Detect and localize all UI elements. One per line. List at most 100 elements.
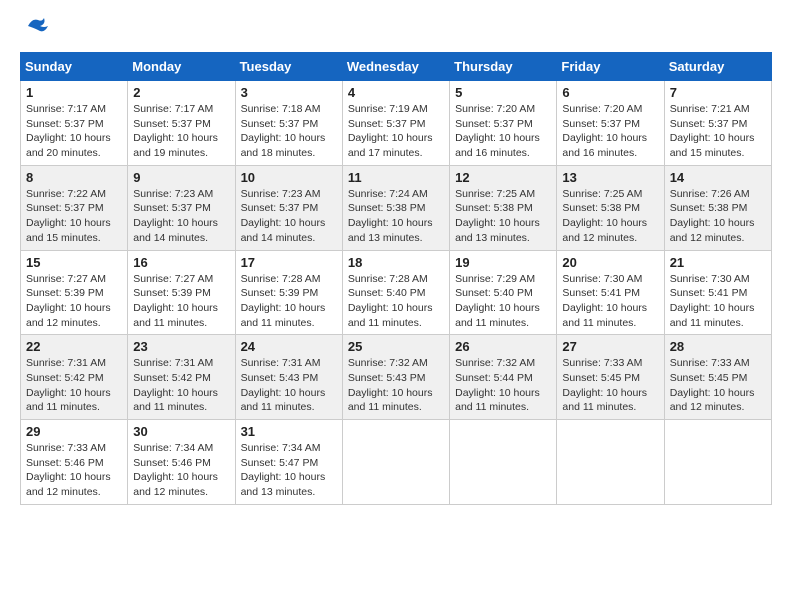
day-info: Sunrise: 7:17 AMSunset: 5:37 PMDaylight:… <box>133 102 229 161</box>
day-info: Sunrise: 7:22 AMSunset: 5:37 PMDaylight:… <box>26 187 122 246</box>
day-info: Sunrise: 7:18 AMSunset: 5:37 PMDaylight:… <box>241 102 337 161</box>
calendar-cell: 5 Sunrise: 7:20 AMSunset: 5:37 PMDayligh… <box>450 81 557 166</box>
day-of-week-header: Thursday <box>450 53 557 81</box>
day-number: 13 <box>562 170 658 185</box>
day-info: Sunrise: 7:31 AMSunset: 5:43 PMDaylight:… <box>241 356 337 415</box>
calendar-cell: 20 Sunrise: 7:30 AMSunset: 5:41 PMDaylig… <box>557 250 664 335</box>
day-info: Sunrise: 7:27 AMSunset: 5:39 PMDaylight:… <box>133 272 229 331</box>
day-number: 7 <box>670 85 766 100</box>
day-number: 2 <box>133 85 229 100</box>
day-info: Sunrise: 7:26 AMSunset: 5:38 PMDaylight:… <box>670 187 766 246</box>
day-number: 20 <box>562 255 658 270</box>
calendar-table: SundayMondayTuesdayWednesdayThursdayFrid… <box>20 52 772 505</box>
day-info: Sunrise: 7:32 AMSunset: 5:44 PMDaylight:… <box>455 356 551 415</box>
day-info: Sunrise: 7:34 AMSunset: 5:46 PMDaylight:… <box>133 441 229 500</box>
calendar-cell: 10 Sunrise: 7:23 AMSunset: 5:37 PMDaylig… <box>235 165 342 250</box>
calendar-cell: 31 Sunrise: 7:34 AMSunset: 5:47 PMDaylig… <box>235 420 342 505</box>
day-number: 15 <box>26 255 122 270</box>
day-of-week-header: Wednesday <box>342 53 449 81</box>
day-info: Sunrise: 7:31 AMSunset: 5:42 PMDaylight:… <box>133 356 229 415</box>
day-number: 31 <box>241 424 337 439</box>
calendar-cell: 28 Sunrise: 7:33 AMSunset: 5:45 PMDaylig… <box>664 335 771 420</box>
calendar-week-row: 15 Sunrise: 7:27 AMSunset: 5:39 PMDaylig… <box>21 250 772 335</box>
calendar-cell: 16 Sunrise: 7:27 AMSunset: 5:39 PMDaylig… <box>128 250 235 335</box>
calendar-cell <box>450 420 557 505</box>
day-info: Sunrise: 7:20 AMSunset: 5:37 PMDaylight:… <box>455 102 551 161</box>
day-info: Sunrise: 7:19 AMSunset: 5:37 PMDaylight:… <box>348 102 444 161</box>
calendar-cell: 25 Sunrise: 7:32 AMSunset: 5:43 PMDaylig… <box>342 335 449 420</box>
calendar-cell: 29 Sunrise: 7:33 AMSunset: 5:46 PMDaylig… <box>21 420 128 505</box>
day-info: Sunrise: 7:27 AMSunset: 5:39 PMDaylight:… <box>26 272 122 331</box>
day-info: Sunrise: 7:29 AMSunset: 5:40 PMDaylight:… <box>455 272 551 331</box>
calendar-cell: 17 Sunrise: 7:28 AMSunset: 5:39 PMDaylig… <box>235 250 342 335</box>
calendar-cell: 14 Sunrise: 7:26 AMSunset: 5:38 PMDaylig… <box>664 165 771 250</box>
day-number: 11 <box>348 170 444 185</box>
day-info: Sunrise: 7:33 AMSunset: 5:45 PMDaylight:… <box>562 356 658 415</box>
calendar-cell <box>664 420 771 505</box>
calendar-cell: 9 Sunrise: 7:23 AMSunset: 5:37 PMDayligh… <box>128 165 235 250</box>
calendar-week-row: 29 Sunrise: 7:33 AMSunset: 5:46 PMDaylig… <box>21 420 772 505</box>
calendar-week-row: 22 Sunrise: 7:31 AMSunset: 5:42 PMDaylig… <box>21 335 772 420</box>
day-info: Sunrise: 7:17 AMSunset: 5:37 PMDaylight:… <box>26 102 122 161</box>
day-number: 3 <box>241 85 337 100</box>
day-number: 21 <box>670 255 766 270</box>
calendar-cell: 4 Sunrise: 7:19 AMSunset: 5:37 PMDayligh… <box>342 81 449 166</box>
day-number: 5 <box>455 85 551 100</box>
day-info: Sunrise: 7:31 AMSunset: 5:42 PMDaylight:… <box>26 356 122 415</box>
calendar-week-row: 8 Sunrise: 7:22 AMSunset: 5:37 PMDayligh… <box>21 165 772 250</box>
calendar-cell: 19 Sunrise: 7:29 AMSunset: 5:40 PMDaylig… <box>450 250 557 335</box>
day-number: 12 <box>455 170 551 185</box>
day-number: 18 <box>348 255 444 270</box>
calendar-cell: 22 Sunrise: 7:31 AMSunset: 5:42 PMDaylig… <box>21 335 128 420</box>
calendar-cell <box>342 420 449 505</box>
calendar-cell: 18 Sunrise: 7:28 AMSunset: 5:40 PMDaylig… <box>342 250 449 335</box>
calendar-cell: 3 Sunrise: 7:18 AMSunset: 5:37 PMDayligh… <box>235 81 342 166</box>
day-number: 28 <box>670 339 766 354</box>
day-info: Sunrise: 7:32 AMSunset: 5:43 PMDaylight:… <box>348 356 444 415</box>
logo-bird-icon <box>26 16 48 36</box>
calendar-cell: 30 Sunrise: 7:34 AMSunset: 5:46 PMDaylig… <box>128 420 235 505</box>
calendar-cell: 15 Sunrise: 7:27 AMSunset: 5:39 PMDaylig… <box>21 250 128 335</box>
day-number: 23 <box>133 339 229 354</box>
day-of-week-header: Tuesday <box>235 53 342 81</box>
day-number: 1 <box>26 85 122 100</box>
day-info: Sunrise: 7:25 AMSunset: 5:38 PMDaylight:… <box>455 187 551 246</box>
day-number: 6 <box>562 85 658 100</box>
day-number: 10 <box>241 170 337 185</box>
calendar-cell: 6 Sunrise: 7:20 AMSunset: 5:37 PMDayligh… <box>557 81 664 166</box>
day-number: 8 <box>26 170 122 185</box>
calendar-cell: 2 Sunrise: 7:17 AMSunset: 5:37 PMDayligh… <box>128 81 235 166</box>
calendar-cell: 27 Sunrise: 7:33 AMSunset: 5:45 PMDaylig… <box>557 335 664 420</box>
day-of-week-header: Monday <box>128 53 235 81</box>
page-header <box>20 20 772 36</box>
calendar-cell: 23 Sunrise: 7:31 AMSunset: 5:42 PMDaylig… <box>128 335 235 420</box>
calendar-cell: 7 Sunrise: 7:21 AMSunset: 5:37 PMDayligh… <box>664 81 771 166</box>
day-info: Sunrise: 7:21 AMSunset: 5:37 PMDaylight:… <box>670 102 766 161</box>
calendar-cell: 13 Sunrise: 7:25 AMSunset: 5:38 PMDaylig… <box>557 165 664 250</box>
day-number: 19 <box>455 255 551 270</box>
calendar-cell: 26 Sunrise: 7:32 AMSunset: 5:44 PMDaylig… <box>450 335 557 420</box>
day-info: Sunrise: 7:20 AMSunset: 5:37 PMDaylight:… <box>562 102 658 161</box>
calendar-week-row: 1 Sunrise: 7:17 AMSunset: 5:37 PMDayligh… <box>21 81 772 166</box>
calendar-cell <box>557 420 664 505</box>
day-info: Sunrise: 7:24 AMSunset: 5:38 PMDaylight:… <box>348 187 444 246</box>
day-info: Sunrise: 7:23 AMSunset: 5:37 PMDaylight:… <box>133 187 229 246</box>
day-number: 22 <box>26 339 122 354</box>
day-number: 30 <box>133 424 229 439</box>
day-info: Sunrise: 7:28 AMSunset: 5:39 PMDaylight:… <box>241 272 337 331</box>
day-info: Sunrise: 7:34 AMSunset: 5:47 PMDaylight:… <box>241 441 337 500</box>
day-info: Sunrise: 7:30 AMSunset: 5:41 PMDaylight:… <box>670 272 766 331</box>
day-info: Sunrise: 7:33 AMSunset: 5:45 PMDaylight:… <box>670 356 766 415</box>
day-info: Sunrise: 7:28 AMSunset: 5:40 PMDaylight:… <box>348 272 444 331</box>
calendar-cell: 12 Sunrise: 7:25 AMSunset: 5:38 PMDaylig… <box>450 165 557 250</box>
day-number: 24 <box>241 339 337 354</box>
day-number: 29 <box>26 424 122 439</box>
day-info: Sunrise: 7:23 AMSunset: 5:37 PMDaylight:… <box>241 187 337 246</box>
day-of-week-header: Sunday <box>21 53 128 81</box>
day-number: 14 <box>670 170 766 185</box>
day-number: 9 <box>133 170 229 185</box>
day-number: 26 <box>455 339 551 354</box>
day-number: 16 <box>133 255 229 270</box>
day-info: Sunrise: 7:25 AMSunset: 5:38 PMDaylight:… <box>562 187 658 246</box>
day-of-week-header: Saturday <box>664 53 771 81</box>
